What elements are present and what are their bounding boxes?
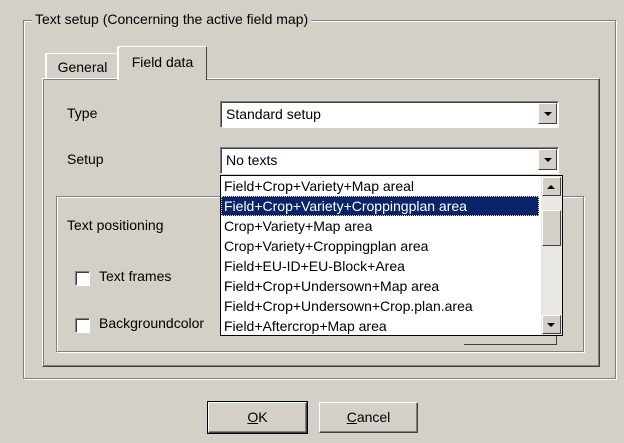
setup-option-item[interactable]: Field+Crop+Undersown+Map area <box>221 276 539 296</box>
dropdown-scrollbar[interactable] <box>541 176 562 335</box>
setup-option-item[interactable]: Field+Crop+Undersown+Crop.plan.area <box>221 296 539 316</box>
setup-options-list[interactable]: Field+Crop+Variety+Map areal Field+Crop+V… <box>221 176 539 335</box>
chevron-down-icon <box>544 112 552 116</box>
setup-option-item[interactable]: Field+Crop+Variety+Map areal <box>221 176 539 196</box>
type-dropdown-button[interactable] <box>538 103 557 124</box>
setup-label: Setup <box>67 151 104 167</box>
text-setup-groupbox-title: Text setup (Concerning the active field … <box>32 11 312 27</box>
background-color-label[interactable]: Backgroundcolor <box>99 315 204 331</box>
setup-combobox-value: No texts <box>226 152 278 168</box>
type-combobox[interactable]: Standard setup <box>220 101 559 128</box>
text-frames-checkbox[interactable] <box>75 271 90 286</box>
type-label: Type <box>67 105 98 121</box>
setup-option-item[interactable]: Field+Crop+Variety+Croppingplan area <box>221 196 539 216</box>
cancel-label-rest: ancel <box>356 409 391 425</box>
setup-option-item[interactable]: Field+EU-ID+EU-Block+Area <box>221 256 539 276</box>
scroll-down-arrow-icon <box>547 323 555 327</box>
scroll-down-button[interactable] <box>542 315 561 334</box>
scroll-up-arrow-icon <box>547 185 555 189</box>
tab-general[interactable]: General <box>46 53 119 80</box>
setup-dropdown-button[interactable] <box>538 149 557 170</box>
ok-mnemonic: O <box>247 409 259 425</box>
setup-combobox[interactable]: No texts <box>220 147 559 174</box>
scroll-thumb[interactable] <box>542 210 561 246</box>
ok-button[interactable]: OK <box>207 401 308 434</box>
text-positioning-label: Text positioning <box>67 217 164 233</box>
background-color-checkbox[interactable] <box>75 318 90 333</box>
setup-option-item[interactable]: Crop+Variety+Croppingplan area <box>221 236 539 256</box>
scroll-up-button[interactable] <box>542 177 561 196</box>
tab-field-data[interactable]: Field data <box>118 46 207 80</box>
cancel-button[interactable]: Cancel <box>319 402 418 433</box>
setup-dropdown-list[interactable]: Field+Crop+Variety+Map areal Field+Crop+V… <box>220 175 563 336</box>
setup-option-item[interactable]: Crop+Variety+Map area <box>221 216 539 236</box>
setup-option-item[interactable]: Field+Aftercrop+Map area <box>221 316 539 335</box>
text-frames-label[interactable]: Text frames <box>99 268 171 284</box>
cancel-mnemonic: C <box>346 409 357 425</box>
ok-label-rest: K <box>258 409 268 425</box>
type-combobox-value: Standard setup <box>226 106 321 122</box>
chevron-down-icon <box>544 158 552 162</box>
